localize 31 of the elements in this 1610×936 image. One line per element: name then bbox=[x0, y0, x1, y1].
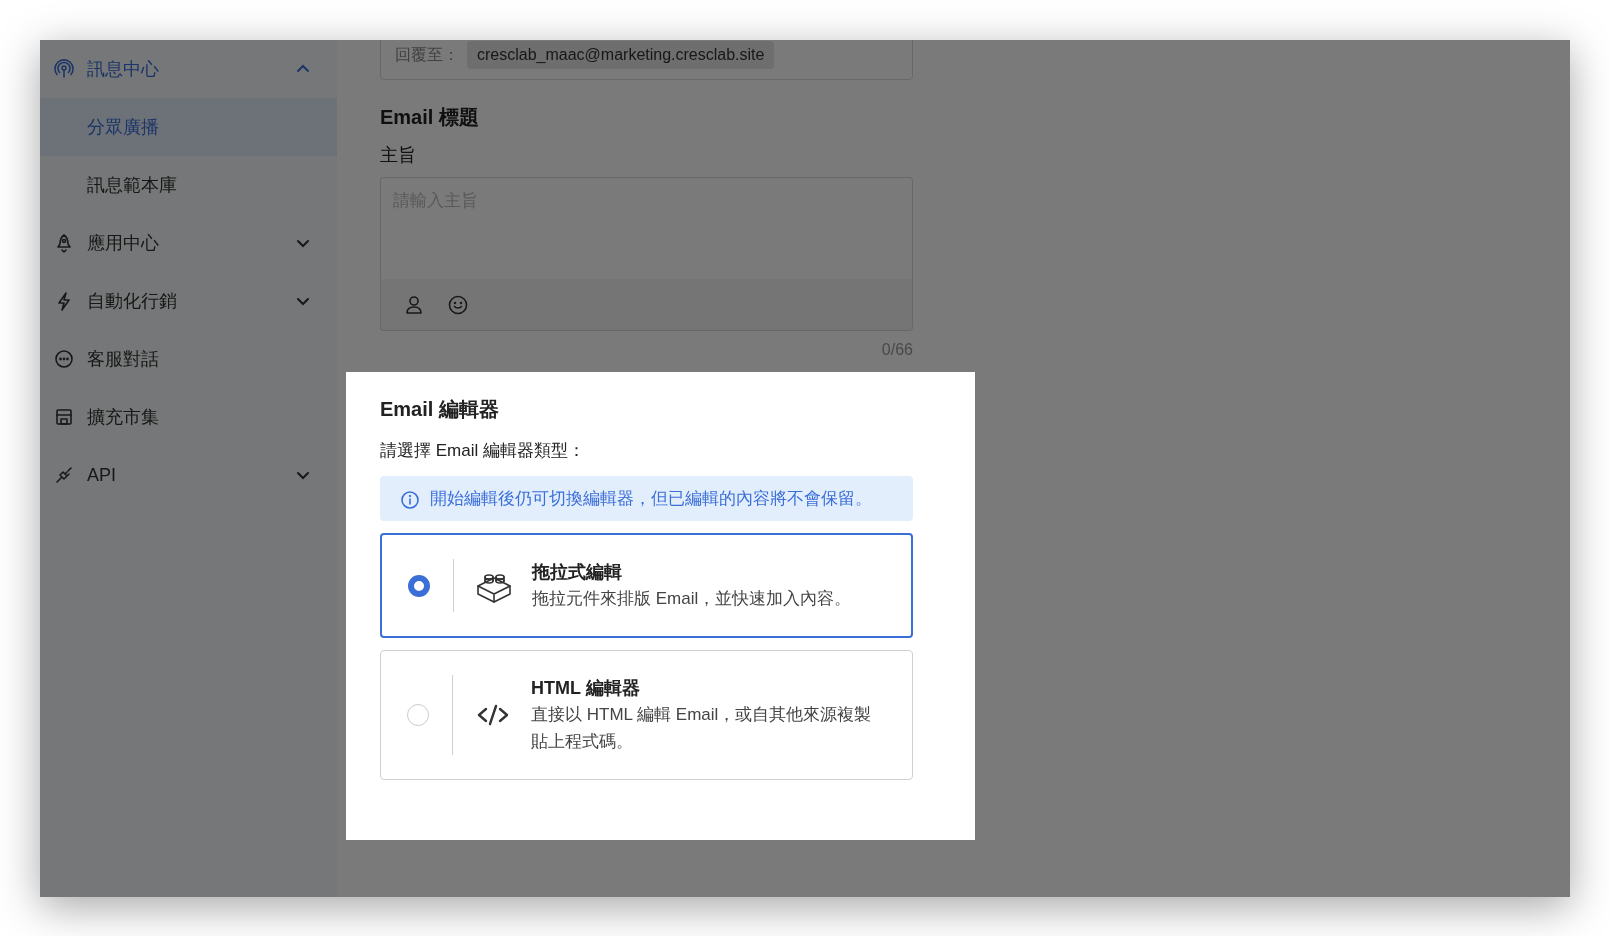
email-tag: cresclab_maac@marketing.cresclab.site bbox=[467, 41, 775, 69]
sidebar-item[interactable]: API bbox=[40, 446, 337, 504]
field-label: 回覆至： bbox=[395, 45, 459, 65]
field-label: 主旨 bbox=[380, 144, 417, 167]
plug-icon bbox=[54, 465, 74, 485]
reply-to-field[interactable]: 回覆至： cresclab_maac@marketing.cresclab.site bbox=[380, 40, 913, 80]
sidebar-subitem[interactable]: 訊息範本庫 bbox=[40, 156, 337, 214]
option-title: HTML 編輯器 bbox=[531, 677, 641, 701]
sidebar-item[interactable]: 應用中心 bbox=[40, 214, 337, 272]
option-description: 拖拉元件來排版 Email，並快速加入內容。 bbox=[532, 588, 852, 610]
sidebar-item[interactable]: 自動化行銷 bbox=[40, 272, 337, 330]
dialog-prompt: 請選擇 Email 編輯器類型： bbox=[380, 440, 586, 462]
dialog-title: Email 編輯器 bbox=[380, 397, 500, 422]
person-icon[interactable] bbox=[403, 293, 425, 316]
sidebar-item[interactable]: 擴充市集 bbox=[40, 388, 337, 446]
rocket-icon bbox=[54, 233, 74, 253]
editor-option[interactable]: 拖拉式編輯 拖拉元件來排版 Email，並快速加入內容。 bbox=[380, 533, 913, 639]
store-icon bbox=[54, 407, 74, 427]
signal-icon bbox=[54, 59, 74, 79]
radio-button[interactable] bbox=[408, 574, 430, 597]
option-title: 拖拉式編輯 bbox=[532, 561, 623, 584]
section-heading: Email 標題 bbox=[380, 105, 480, 130]
sidebar-subitem[interactable]: 分眾廣播 bbox=[40, 98, 337, 156]
emoji-icon[interactable] bbox=[447, 293, 469, 316]
editor-option[interactable]: HTML 編輯器 直接以 HTML 編輯 Email，或自其他來源複製貼上程式碼。 bbox=[380, 650, 913, 781]
info-icon bbox=[400, 489, 420, 510]
option-description: 直接以 HTML 編輯 Email，或自其他來源複製貼上程式碼。 bbox=[531, 704, 873, 753]
chat-icon bbox=[54, 349, 74, 369]
sidebar-item[interactable]: 客服對話 bbox=[40, 330, 337, 388]
sidebar-item[interactable]: 訊息中心 bbox=[40, 40, 337, 98]
notice-text: 開始編輯後仍可切換編輯器，但已編輯的內容將不會保留。 bbox=[430, 487, 872, 510]
